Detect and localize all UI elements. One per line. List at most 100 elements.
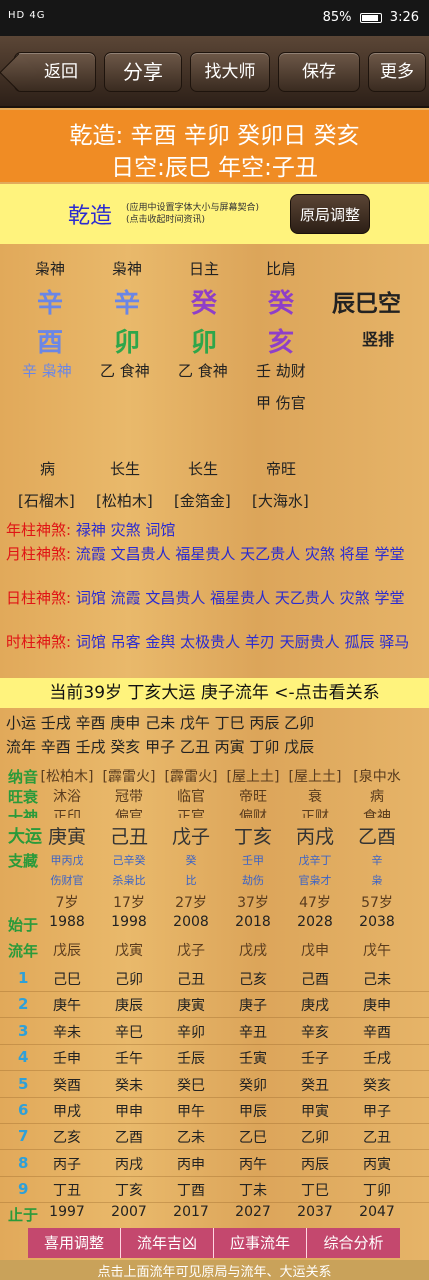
liunian-cell[interactable]: 壬子 <box>284 1048 346 1068</box>
liunian-row[interactable]: 2 庚午 庚辰 庚寅 庚子 庚戌 庚申 <box>0 992 429 1019</box>
dayun-pillar[interactable]: 己丑 <box>98 822 160 849</box>
liunian-cell[interactable]: 己亥 <box>222 969 284 989</box>
liunian-cell[interactable]: 壬午 <box>98 1048 160 1068</box>
bazi-summary-banner[interactable]: 乾造: 辛酉 辛卯 癸卯日 癸亥 日空:辰巳 年空:子丑 <box>0 110 429 182</box>
liunian-cell[interactable]: 己未 <box>346 969 408 989</box>
liunian-cell[interactable]: 丁未 <box>222 1180 284 1200</box>
liunian-cell[interactable]: 壬戌 <box>346 1048 408 1068</box>
nayin-hour: [大海水] <box>252 492 309 510</box>
liunian-cell[interactable]: 癸酉 <box>36 1075 98 1095</box>
liunian-row[interactable]: 3 辛未 辛巳 辛卯 辛丑 辛亥 辛酉 <box>0 1019 429 1045</box>
liunian-cell[interactable]: 壬寅 <box>222 1048 284 1068</box>
liunian-cell[interactable]: 庚申 <box>346 995 408 1015</box>
liunian-cell[interactable]: 庚午 <box>36 995 98 1015</box>
top-toolbar: 返回 分享 找大师 保存 更多 <box>0 36 429 108</box>
liunian-cell[interactable]: 己丑 <box>160 969 222 989</box>
share-button[interactable]: 分享 <box>104 52 182 92</box>
liunian-cell[interactable]: 癸卯 <box>222 1075 284 1095</box>
liunian-cell[interactable]: 庚戌 <box>284 995 346 1015</box>
liunian-cell[interactable]: 癸巳 <box>160 1075 222 1095</box>
liunian-cell[interactable]: 丁卯 <box>346 1180 408 1200</box>
liunian-cell[interactable]: 丙辰 <box>284 1154 346 1174</box>
liunian-cell[interactable]: 己酉 <box>284 969 346 989</box>
liunian-cell[interactable]: 甲辰 <box>222 1101 284 1121</box>
liunian-cell[interactable]: 丙寅 <box>346 1154 408 1174</box>
liunian-cell[interactable]: 壬申 <box>36 1048 98 1068</box>
liunian-cell[interactable]: 丁丑 <box>36 1180 98 1200</box>
liunian-cell[interactable]: 乙巳 <box>222 1127 284 1147</box>
current-luck-bar[interactable]: 当前39岁 丁亥大运 庚子流年 <-点击看关系 <box>0 678 429 708</box>
adjust-chart-button[interactable]: 原局调整 <box>290 194 370 234</box>
liunian-cell[interactable]: 丁亥 <box>98 1180 160 1200</box>
liunian-cell[interactable]: 己卯 <box>98 969 160 989</box>
tab-liunian-jixiong[interactable]: 流年吉凶 <box>121 1228 214 1258</box>
liunian-head[interactable]: 戊寅 <box>98 940 160 960</box>
liunian-row[interactable]: 8 丙子 丙戌 丙申 丙午 丙辰 丙寅 <box>0 1151 429 1177</box>
dayun-pillar[interactable]: 乙酉 <box>346 822 408 849</box>
liunian-cell[interactable]: 甲申 <box>98 1101 160 1121</box>
liunian-cell[interactable]: 丁巳 <box>284 1180 346 1200</box>
vertical-layout-toggle[interactable]: 竖排 <box>362 326 394 350</box>
save-button[interactable]: 保存 <box>278 52 360 92</box>
pillar-day[interactable]: 日主 癸 卯 <box>174 258 234 359</box>
liunian-cell[interactable]: 辛亥 <box>284 1022 346 1042</box>
liunian-cell[interactable]: 癸丑 <box>284 1075 346 1095</box>
liunian-head[interactable]: 戊子 <box>160 940 222 960</box>
liunian-cell[interactable]: 乙亥 <box>36 1127 98 1147</box>
liunian-head[interactable]: 戊辰 <box>36 940 98 960</box>
battery-icon <box>359 12 382 23</box>
pillar-hour[interactable]: 比肩 癸 亥 <box>251 258 311 359</box>
liunian-cell[interactable]: 壬辰 <box>160 1048 222 1068</box>
find-master-button[interactable]: 找大师 <box>190 52 270 92</box>
liunian-row[interactable]: 5 癸酉 癸未 癸巳 癸卯 癸丑 癸亥 <box>0 1072 429 1098</box>
liunian-head[interactable]: 戊戌 <box>222 940 284 960</box>
pillar-month[interactable]: 枭神 辛 卯 <box>97 258 157 359</box>
tab-comprehensive-analysis[interactable]: 综合分析 <box>307 1228 400 1258</box>
liunian-cell[interactable]: 庚子 <box>222 995 284 1015</box>
dayun-pillar[interactable]: 丁亥 <box>222 822 284 849</box>
liunian-cell[interactable]: 庚寅 <box>160 995 222 1015</box>
liunian-row-index: 9 <box>18 1180 29 1199</box>
xiaoyun-line: 小运 壬戌 辛酉 庚申 己未 戊午 丁巳 丙辰 乙卯 <box>6 714 315 732</box>
dayun-end-year: 2017 <box>173 1204 209 1220</box>
back-button[interactable]: 返回 <box>14 52 96 92</box>
liunian-row[interactable]: 4 壬申 壬午 壬辰 壬寅 壬子 壬戌 <box>0 1045 429 1072</box>
liunian-head[interactable]: 戊申 <box>284 940 346 960</box>
liunian-cell[interactable]: 丙午 <box>222 1154 284 1174</box>
liunian-cell[interactable]: 丙子 <box>36 1154 98 1174</box>
liunian-cell[interactable]: 甲子 <box>346 1101 408 1121</box>
dayun-pillar[interactable]: 丙戌 <box>284 822 346 849</box>
liunian-cell[interactable]: 丙申 <box>160 1154 222 1174</box>
liunian-row[interactable]: 7 乙亥 乙酉 乙未 乙巳 乙卯 乙丑 <box>0 1124 429 1151</box>
liunian-cell[interactable]: 丁酉 <box>160 1180 222 1200</box>
liunian-head[interactable]: 戊午 <box>346 940 408 960</box>
liunian-cell[interactable]: 乙未 <box>160 1127 222 1147</box>
liunian-cell[interactable]: 乙卯 <box>284 1127 346 1147</box>
liunian-cell[interactable]: 甲寅 <box>284 1101 346 1121</box>
liunian-cell[interactable]: 癸未 <box>98 1075 160 1095</box>
dayun-pillar[interactable]: 戊子 <box>160 822 222 849</box>
liunian-cell[interactable]: 丙戌 <box>98 1154 160 1174</box>
tab-yingshi-liunian[interactable]: 应事流年 <box>214 1228 307 1258</box>
more-button[interactable]: 更多 <box>368 52 426 92</box>
liunian-row[interactable]: 1 己巳 己卯 己丑 己亥 己酉 己未 <box>0 966 429 992</box>
liunian-cell[interactable]: 辛酉 <box>346 1022 408 1042</box>
liunian-cell[interactable]: 甲午 <box>160 1101 222 1121</box>
tab-xiyong-adjust[interactable]: 喜用调整 <box>28 1228 121 1258</box>
liunian-cell[interactable]: 辛丑 <box>222 1022 284 1042</box>
liunian-row[interactable]: 9 丁丑 丁亥 丁酉 丁未 丁巳 丁卯 <box>0 1177 429 1204</box>
liunian-cell[interactable]: 乙丑 <box>346 1127 408 1147</box>
liunian-cell[interactable]: 庚辰 <box>98 995 160 1015</box>
shensha-value: 词馆 流霞 文昌贵人 福星贵人 天乙贵人 灾煞 学堂 <box>75 589 405 607</box>
liunian-cell[interactable]: 癸亥 <box>346 1075 408 1095</box>
liunian-cell[interactable]: 辛卯 <box>160 1022 222 1042</box>
liunian-cell[interactable]: 辛未 <box>36 1022 98 1042</box>
liunian-cell[interactable]: 甲戌 <box>36 1101 98 1121</box>
liunian-cell[interactable]: 辛巳 <box>98 1022 160 1042</box>
liunian-cell[interactable]: 乙酉 <box>98 1127 160 1147</box>
pillar-year[interactable]: 枭神 辛 酉 <box>20 258 80 359</box>
liunian-row[interactable]: 6 甲戌 甲申 甲午 甲辰 甲寅 甲子 <box>0 1098 429 1124</box>
liunian-cell[interactable]: 己巳 <box>36 969 98 989</box>
chart-header[interactable]: 乾造 (应用中设置字体大小与屏幕契合) (点击收起时间资讯) 原局调整 <box>0 184 429 244</box>
dayun-pillar[interactable]: 庚寅 <box>36 822 98 849</box>
